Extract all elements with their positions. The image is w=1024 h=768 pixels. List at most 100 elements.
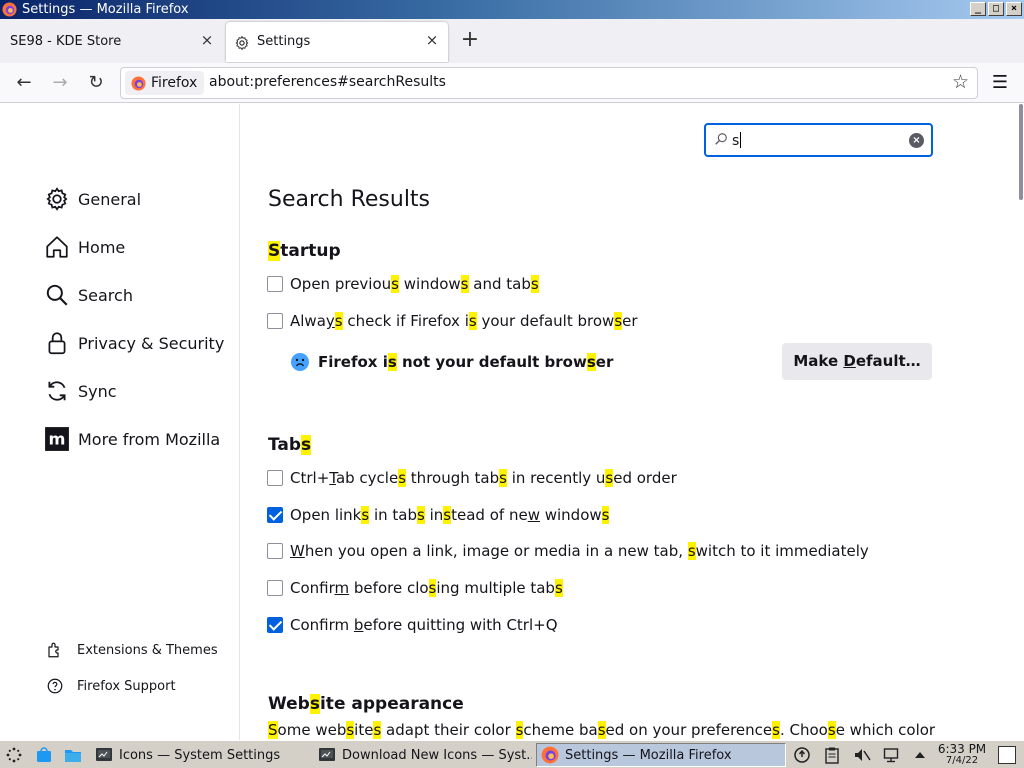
checkbox-label: Open previous windows and tabs bbox=[290, 275, 539, 293]
task-icons-system-settings[interactable]: Icons — System Settings bbox=[91, 743, 309, 767]
scrollbar-thumb[interactable] bbox=[1019, 104, 1023, 200]
category-label: Sync bbox=[78, 381, 117, 401]
open-previous-windows-checkbox[interactable]: Open previous windows and tabs bbox=[267, 274, 539, 294]
bookmark-star-icon[interactable]: ☆ bbox=[952, 71, 969, 93]
clear-search-icon[interactable]: × bbox=[909, 133, 924, 148]
search-icon bbox=[46, 284, 68, 306]
minimize-button[interactable]: _ bbox=[970, 2, 986, 16]
tab-strip: SE98 - KDE Store × Settings × + bbox=[0, 19, 1024, 63]
forward-button[interactable]: → bbox=[49, 72, 71, 94]
always-check-default-checkbox[interactable]: Always check if Firefox is your default … bbox=[267, 311, 638, 331]
window-title: Settings — Mozilla Firefox bbox=[22, 2, 189, 17]
close-tab-icon[interactable]: × bbox=[424, 32, 440, 48]
taskbar: Icons — System Settings Download New Ico… bbox=[0, 740, 1024, 768]
task-download-new-icons[interactable]: Download New Icons — Syst... bbox=[314, 743, 532, 767]
clipboard-icon[interactable] bbox=[823, 746, 841, 764]
firefox-icon bbox=[2, 2, 17, 17]
app-launcher-icon[interactable] bbox=[5, 746, 23, 764]
clock-time: 6:33 PM bbox=[937, 742, 987, 756]
network-icon[interactable] bbox=[883, 746, 901, 764]
mozilla-icon: m bbox=[45, 427, 69, 451]
search-icon bbox=[715, 133, 727, 145]
reload-button[interactable]: ↻ bbox=[85, 72, 107, 94]
puzzle-icon bbox=[48, 642, 59, 658]
vertical-scrollbar[interactable] bbox=[1017, 104, 1024, 740]
checkbox-label: Confirm before quitting with Ctrl+Q bbox=[290, 616, 558, 634]
navigation-toolbar: ← → ↻ Firefox about:preferences#searchRe… bbox=[0, 63, 1024, 103]
identity-label: Firefox bbox=[151, 75, 198, 91]
gear-icon bbox=[46, 187, 68, 211]
startup-heading: Startup bbox=[268, 241, 341, 261]
footer-link-label: Extensions & Themes bbox=[77, 642, 218, 658]
checkbox[interactable] bbox=[267, 470, 283, 486]
show-desktop-button[interactable] bbox=[998, 746, 1016, 764]
category-search[interactable]: Search bbox=[44, 280, 133, 310]
confirm-quit-checkbox[interactable]: Confirm before quitting with Ctrl+Q bbox=[267, 615, 558, 635]
checkbox-label: Open links in tabs instead of new window… bbox=[290, 506, 610, 524]
extensions-themes-link[interactable]: Extensions & Themes bbox=[46, 640, 218, 660]
ctrl-tab-cycles-checkbox[interactable]: Ctrl+Tab cycles through tabs in recently… bbox=[267, 468, 677, 488]
sync-icon bbox=[48, 381, 66, 401]
gear-icon bbox=[235, 35, 249, 51]
category-label: More from Mozilla bbox=[78, 429, 221, 449]
store-icon[interactable] bbox=[35, 746, 53, 764]
volume-muted-icon[interactable] bbox=[853, 746, 871, 764]
checkbox[interactable] bbox=[267, 313, 283, 329]
firefox-icon bbox=[541, 746, 559, 764]
task-label: Download New Icons — Syst... bbox=[342, 747, 532, 763]
tab-kde-store[interactable]: SE98 - KDE Store × bbox=[0, 22, 222, 62]
new-tab-button[interactable]: + bbox=[460, 29, 480, 51]
tab-label: SE98 - KDE Store bbox=[10, 34, 122, 49]
app-menu-button[interactable]: ☰ bbox=[990, 72, 1010, 94]
checkbox-label: Confirm before closing multiple tabs bbox=[290, 579, 563, 597]
category-general[interactable]: General bbox=[44, 184, 141, 214]
make-default-button[interactable]: Make Default… bbox=[782, 343, 932, 380]
window-titlebar[interactable]: Settings — Mozilla Firefox _ □ × bbox=[0, 0, 1024, 19]
close-window-button[interactable]: × bbox=[1006, 2, 1022, 16]
website-appearance-description: Some websites adapt their color scheme b… bbox=[268, 721, 936, 739]
identity-box[interactable]: Firefox bbox=[125, 71, 205, 95]
close-tab-icon[interactable]: × bbox=[199, 32, 215, 48]
confirm-closing-tabs-checkbox[interactable]: Confirm before closing multiple tabs bbox=[267, 578, 563, 598]
preferences-sidebar: General Home Search Privacy & Security S… bbox=[0, 104, 240, 740]
preferences-search-input[interactable]: s × bbox=[704, 123, 933, 157]
firefox-icon bbox=[131, 76, 146, 91]
task-label: Icons — System Settings bbox=[119, 747, 281, 763]
tray-expand-icon[interactable] bbox=[911, 746, 929, 764]
back-button[interactable]: ← bbox=[13, 72, 35, 94]
update-icon[interactable] bbox=[793, 746, 811, 764]
category-home[interactable]: Home bbox=[44, 232, 125, 262]
tab-settings[interactable]: Settings × bbox=[226, 22, 448, 62]
category-label: Search bbox=[78, 285, 133, 305]
clock-date: 7/4/22 bbox=[945, 755, 979, 766]
help-icon bbox=[47, 678, 63, 694]
checkbox-checked[interactable] bbox=[267, 507, 283, 523]
url-text[interactable]: about:preferences#searchResults bbox=[209, 74, 446, 90]
url-bar[interactable]: Firefox about:preferences#searchResults … bbox=[120, 67, 978, 99]
category-label: Home bbox=[78, 237, 126, 257]
category-label: General bbox=[78, 189, 142, 209]
folder-icon[interactable] bbox=[64, 746, 82, 764]
search-results-title: Search Results bbox=[268, 187, 431, 212]
open-links-in-tabs-checkbox[interactable]: Open links in tabs instead of new window… bbox=[267, 505, 610, 525]
category-sync[interactable]: Sync bbox=[44, 376, 117, 406]
sad-face-icon bbox=[291, 353, 309, 371]
checkbox[interactable] bbox=[267, 580, 283, 596]
checkbox[interactable] bbox=[267, 276, 283, 292]
checkbox-label: When you open a link, image or media in … bbox=[290, 542, 869, 560]
checkbox-label: Always check if Firefox is your default … bbox=[290, 312, 638, 330]
checkbox[interactable] bbox=[267, 543, 283, 559]
switch-to-new-tab-checkbox[interactable]: When you open a link, image or media in … bbox=[267, 541, 869, 561]
task-label: Settings — Mozilla Firefox bbox=[565, 747, 732, 763]
system-settings-icon bbox=[319, 748, 335, 761]
tab-label: Settings bbox=[257, 34, 311, 49]
firefox-support-link[interactable]: Firefox Support bbox=[46, 676, 176, 696]
category-more-from-mozilla[interactable]: m More from Mozilla bbox=[44, 424, 220, 454]
checkbox-checked[interactable] bbox=[267, 617, 283, 633]
maximize-button[interactable]: □ bbox=[988, 2, 1004, 16]
category-privacy[interactable]: Privacy & Security bbox=[44, 328, 224, 358]
category-label: Privacy & Security bbox=[78, 333, 225, 353]
preferences-main: s × Search Results Startup Open previous… bbox=[240, 104, 1024, 740]
task-settings-firefox[interactable]: Settings — Mozilla Firefox bbox=[536, 743, 786, 767]
clock[interactable]: 6:33 PM 7/4/22 bbox=[936, 743, 988, 767]
